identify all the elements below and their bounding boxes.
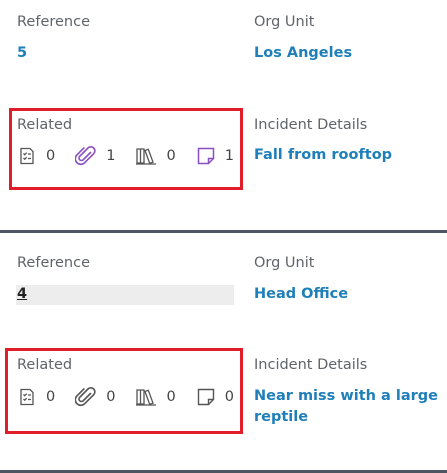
related-label: Related bbox=[17, 357, 73, 373]
paperclip-icon bbox=[75, 146, 97, 166]
attachment-count: 1 bbox=[106, 148, 116, 164]
related-notes[interactable]: 1 bbox=[196, 146, 234, 166]
org-unit-label: Org Unit bbox=[254, 14, 315, 30]
note-count: 1 bbox=[224, 148, 234, 164]
related-items: 0 0 0 0 bbox=[17, 386, 254, 408]
related-items: 0 1 0 1 bbox=[17, 145, 254, 167]
incident-details-label: Incident Details bbox=[254, 117, 368, 133]
checklist-count: 0 bbox=[46, 148, 56, 164]
related-checklists[interactable]: 0 bbox=[17, 146, 55, 166]
attachment-count: 0 bbox=[106, 389, 116, 405]
divider bbox=[0, 230, 447, 233]
related-notes[interactable]: 0 bbox=[196, 387, 234, 407]
incident-details-value[interactable]: Near miss with a large reptile bbox=[254, 386, 444, 428]
reference-label: Reference bbox=[17, 255, 91, 271]
library-books-icon bbox=[135, 387, 157, 407]
note-count: 0 bbox=[224, 389, 234, 405]
checklist-icon bbox=[17, 387, 37, 407]
checklist-icon bbox=[17, 146, 37, 166]
library-books-icon bbox=[135, 146, 157, 166]
related-checklists[interactable]: 0 bbox=[17, 387, 55, 407]
library-count: 0 bbox=[166, 148, 176, 164]
sticky-note-icon bbox=[196, 146, 216, 166]
incident-details-value[interactable]: Fall from rooftop bbox=[254, 147, 392, 163]
org-unit-label: Org Unit bbox=[254, 255, 315, 271]
record-card: Reference 5 Org Unit Los Angeles Related… bbox=[0, 0, 447, 230]
sticky-note-icon bbox=[196, 387, 216, 407]
org-unit-value[interactable]: Head Office bbox=[254, 286, 348, 302]
checklist-count: 0 bbox=[46, 389, 56, 405]
reference-value[interactable]: 5 bbox=[17, 45, 27, 61]
reference-value-highlight bbox=[16, 285, 234, 305]
related-library[interactable]: 0 bbox=[135, 146, 176, 166]
related-attachments[interactable]: 1 bbox=[75, 146, 115, 166]
related-label: Related bbox=[17, 117, 73, 133]
reference-label: Reference bbox=[17, 14, 91, 30]
incident-details-label: Incident Details bbox=[254, 357, 368, 373]
record-card: Reference 4 Org Unit Head Office Related… bbox=[0, 234, 447, 470]
reference-value[interactable]: 4 bbox=[17, 286, 27, 302]
paperclip-icon bbox=[75, 387, 97, 407]
related-library[interactable]: 0 bbox=[135, 387, 176, 407]
org-unit-value[interactable]: Los Angeles bbox=[254, 45, 352, 61]
library-count: 0 bbox=[166, 389, 176, 405]
related-attachments[interactable]: 0 bbox=[75, 387, 115, 407]
